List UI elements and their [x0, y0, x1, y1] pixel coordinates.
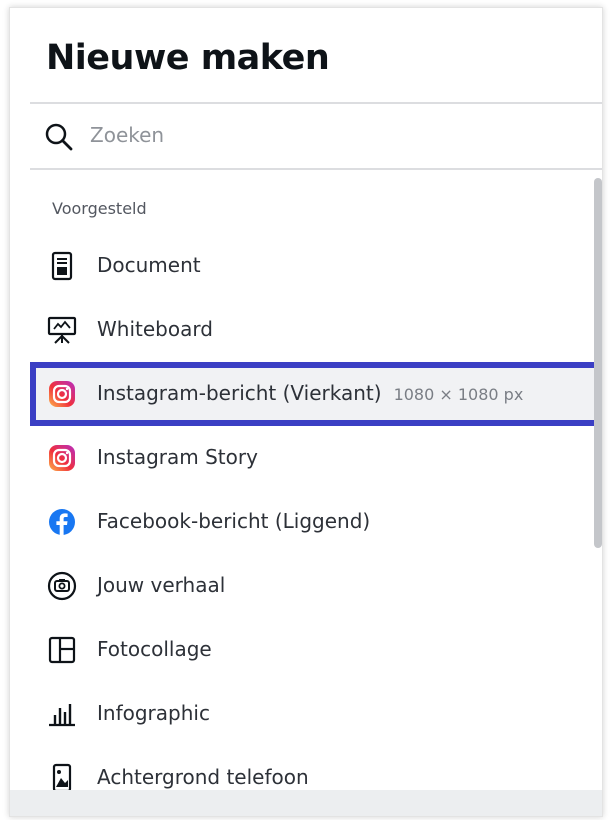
facebook-icon	[46, 506, 78, 538]
section-label-suggested: Voorgesteld	[52, 199, 147, 218]
list-item-label: Infographic	[97, 701, 210, 725]
list-item-label: Facebook-bericht (Liggend)	[97, 509, 371, 533]
list-item-label: Instagram-bericht (Vierkant)	[97, 381, 382, 405]
camera-icon	[46, 570, 78, 602]
list-item-label: Instagram Story	[97, 445, 258, 469]
list-item-label: Whiteboard	[97, 317, 213, 341]
list-item-label: Document	[97, 253, 201, 277]
list-item-your-story[interactable]: Jouw verhaal	[30, 554, 602, 618]
list-item-infographic[interactable]: Infographic	[30, 682, 602, 746]
dimensions-label: 1080 × 1080 px	[393, 385, 524, 404]
list-item-whiteboard[interactable]: Whiteboard	[30, 298, 602, 362]
document-icon	[46, 250, 78, 282]
collage-icon	[46, 634, 78, 666]
design-type-list: Document Whiteboard Instagram-bericht (V…	[30, 234, 602, 810]
scrollbar[interactable]	[594, 178, 602, 548]
list-item-photo-collage[interactable]: Fotocollage	[30, 618, 602, 682]
panel-title: Nieuwe maken	[46, 38, 330, 78]
instagram-icon	[46, 442, 78, 474]
list-item-document[interactable]: Document	[30, 234, 602, 298]
instagram-icon	[46, 378, 78, 410]
list-item-instagram-post-square[interactable]: Instagram-bericht (Vierkant) 1080 × 1080 …	[30, 362, 602, 426]
create-new-panel: Nieuwe maken Voorgesteld Document	[9, 7, 603, 817]
whiteboard-icon	[46, 314, 78, 346]
search-bar[interactable]	[30, 104, 602, 168]
divider	[30, 168, 602, 170]
list-item-label: Fotocollage	[97, 637, 212, 661]
list-item-label: Achtergrond telefoon	[97, 765, 309, 789]
list-item-facebook-post-landscape[interactable]: Facebook-bericht (Liggend)	[30, 490, 602, 554]
panel-footer	[10, 790, 602, 816]
list-item-instagram-story[interactable]: Instagram Story	[30, 426, 602, 490]
search-input[interactable]	[90, 118, 570, 152]
search-icon	[43, 121, 75, 153]
bar-chart-icon	[46, 698, 78, 730]
list-item-label: Jouw verhaal	[97, 573, 226, 597]
